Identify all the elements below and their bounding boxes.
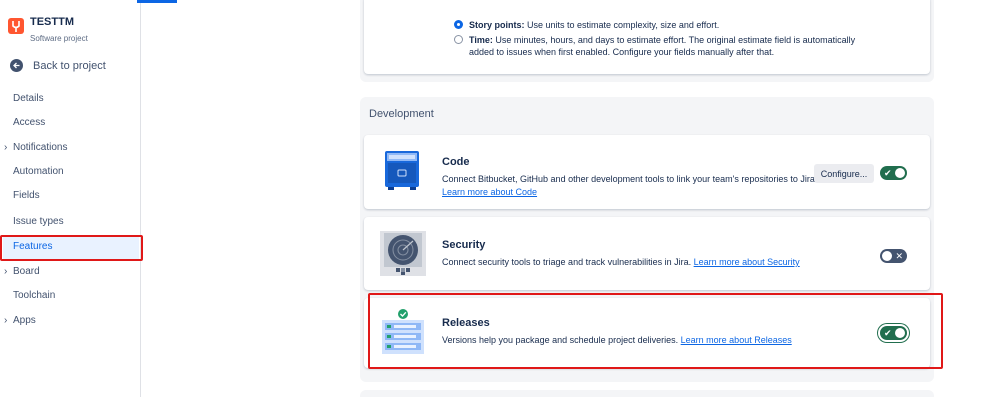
code-description-text: Connect Bitbucket, GitHub and other deve…: [442, 174, 818, 184]
code-description: Connect Bitbucket, GitHub and other deve…: [442, 173, 817, 199]
radio-unselected-icon[interactable]: [454, 35, 463, 44]
security-radar-icon: [380, 231, 426, 276]
sidebar-item-board[interactable]: › Board: [4, 264, 40, 280]
development-section-title: Development: [369, 108, 434, 120]
sidebar-item-label: Notifications: [13, 142, 68, 153]
story-points-label: Story points:: [469, 20, 525, 30]
code-title: Code: [442, 156, 470, 168]
close-icon: ✕: [895, 251, 903, 261]
project-avatar-icon: [8, 18, 24, 34]
toggle-knob: [895, 168, 905, 178]
back-to-project-link[interactable]: Back to project: [10, 59, 106, 72]
toggle-knob: [882, 251, 892, 261]
check-icon: ✔: [884, 168, 892, 178]
sidebar-item-automation[interactable]: Automation: [13, 164, 64, 180]
sidebar-item-label: Board: [13, 266, 40, 277]
sidebar-item-access[interactable]: Access: [13, 115, 45, 131]
project-type: Software project: [30, 34, 88, 43]
arrow-left-icon: [10, 59, 23, 72]
security-description: Connect security tools to triage and tra…: [442, 256, 800, 269]
security-toggle[interactable]: ✕: [880, 249, 907, 263]
sidebar: TESTTM Software project Back to project …: [0, 0, 141, 397]
sidebar-item-notifications[interactable]: › Notifications: [4, 140, 68, 156]
sidebar-item-label: Automation: [13, 166, 64, 177]
sidebar-item-details[interactable]: Details: [13, 91, 44, 107]
sidebar-item-label: Issue types: [13, 216, 64, 227]
time-label: Time:: [469, 35, 493, 45]
security-title: Security: [442, 239, 486, 251]
sidebar-item-label: Access: [13, 117, 46, 128]
code-toggle[interactable]: ✔: [880, 166, 907, 180]
releases-highlight-box: [368, 293, 943, 369]
sidebar-item-issue-types[interactable]: Issue types: [13, 214, 64, 230]
security-description-text: Connect security tools to triage and tra…: [442, 257, 694, 267]
sidebar-item-label: Details: [13, 93, 44, 104]
sidebar-item-toolchain[interactable]: Toolchain: [13, 288, 55, 304]
chevron-right-icon: ›: [4, 315, 8, 326]
sidebar-item-label: Apps: [13, 315, 36, 326]
sidebar-item-apps[interactable]: › Apps: [4, 313, 36, 329]
chevron-right-icon: ›: [4, 266, 8, 277]
radio-selected-icon[interactable]: [454, 20, 463, 29]
learn-more-code-link[interactable]: Learn more about Code: [442, 187, 537, 197]
sidebar-item-label: Fields: [13, 190, 40, 201]
time-text-line2: added to issues when first enabled. Conf…: [469, 47, 775, 57]
chevron-right-icon: ›: [4, 142, 8, 153]
time-text: Use minutes, hours, and days to estimate…: [492, 35, 856, 45]
next-panel: [360, 390, 934, 397]
features-highlight-box: [0, 235, 143, 261]
project-header[interactable]: TESTTM Software project: [8, 16, 88, 43]
active-tab-indicator: [137, 0, 177, 3]
security-feature-card: [364, 217, 930, 290]
sidebar-item-label: Toolchain: [13, 290, 56, 301]
time-option[interactable]: Time: Use minutes, hours, and days to es…: [454, 34, 856, 58]
project-name: TESTTM: [30, 16, 74, 28]
code-drawer-icon: [382, 149, 422, 191]
back-to-project-label: Back to project: [33, 59, 106, 72]
story-points-option[interactable]: Story points: Use units to estimate comp…: [454, 19, 720, 31]
story-points-text: Use units to estimate complexity, size a…: [524, 20, 720, 30]
configure-button[interactable]: Configure...: [814, 164, 874, 183]
sidebar-item-fields[interactable]: Fields: [13, 188, 40, 204]
learn-more-security-link[interactable]: Learn more about Security: [694, 257, 800, 267]
